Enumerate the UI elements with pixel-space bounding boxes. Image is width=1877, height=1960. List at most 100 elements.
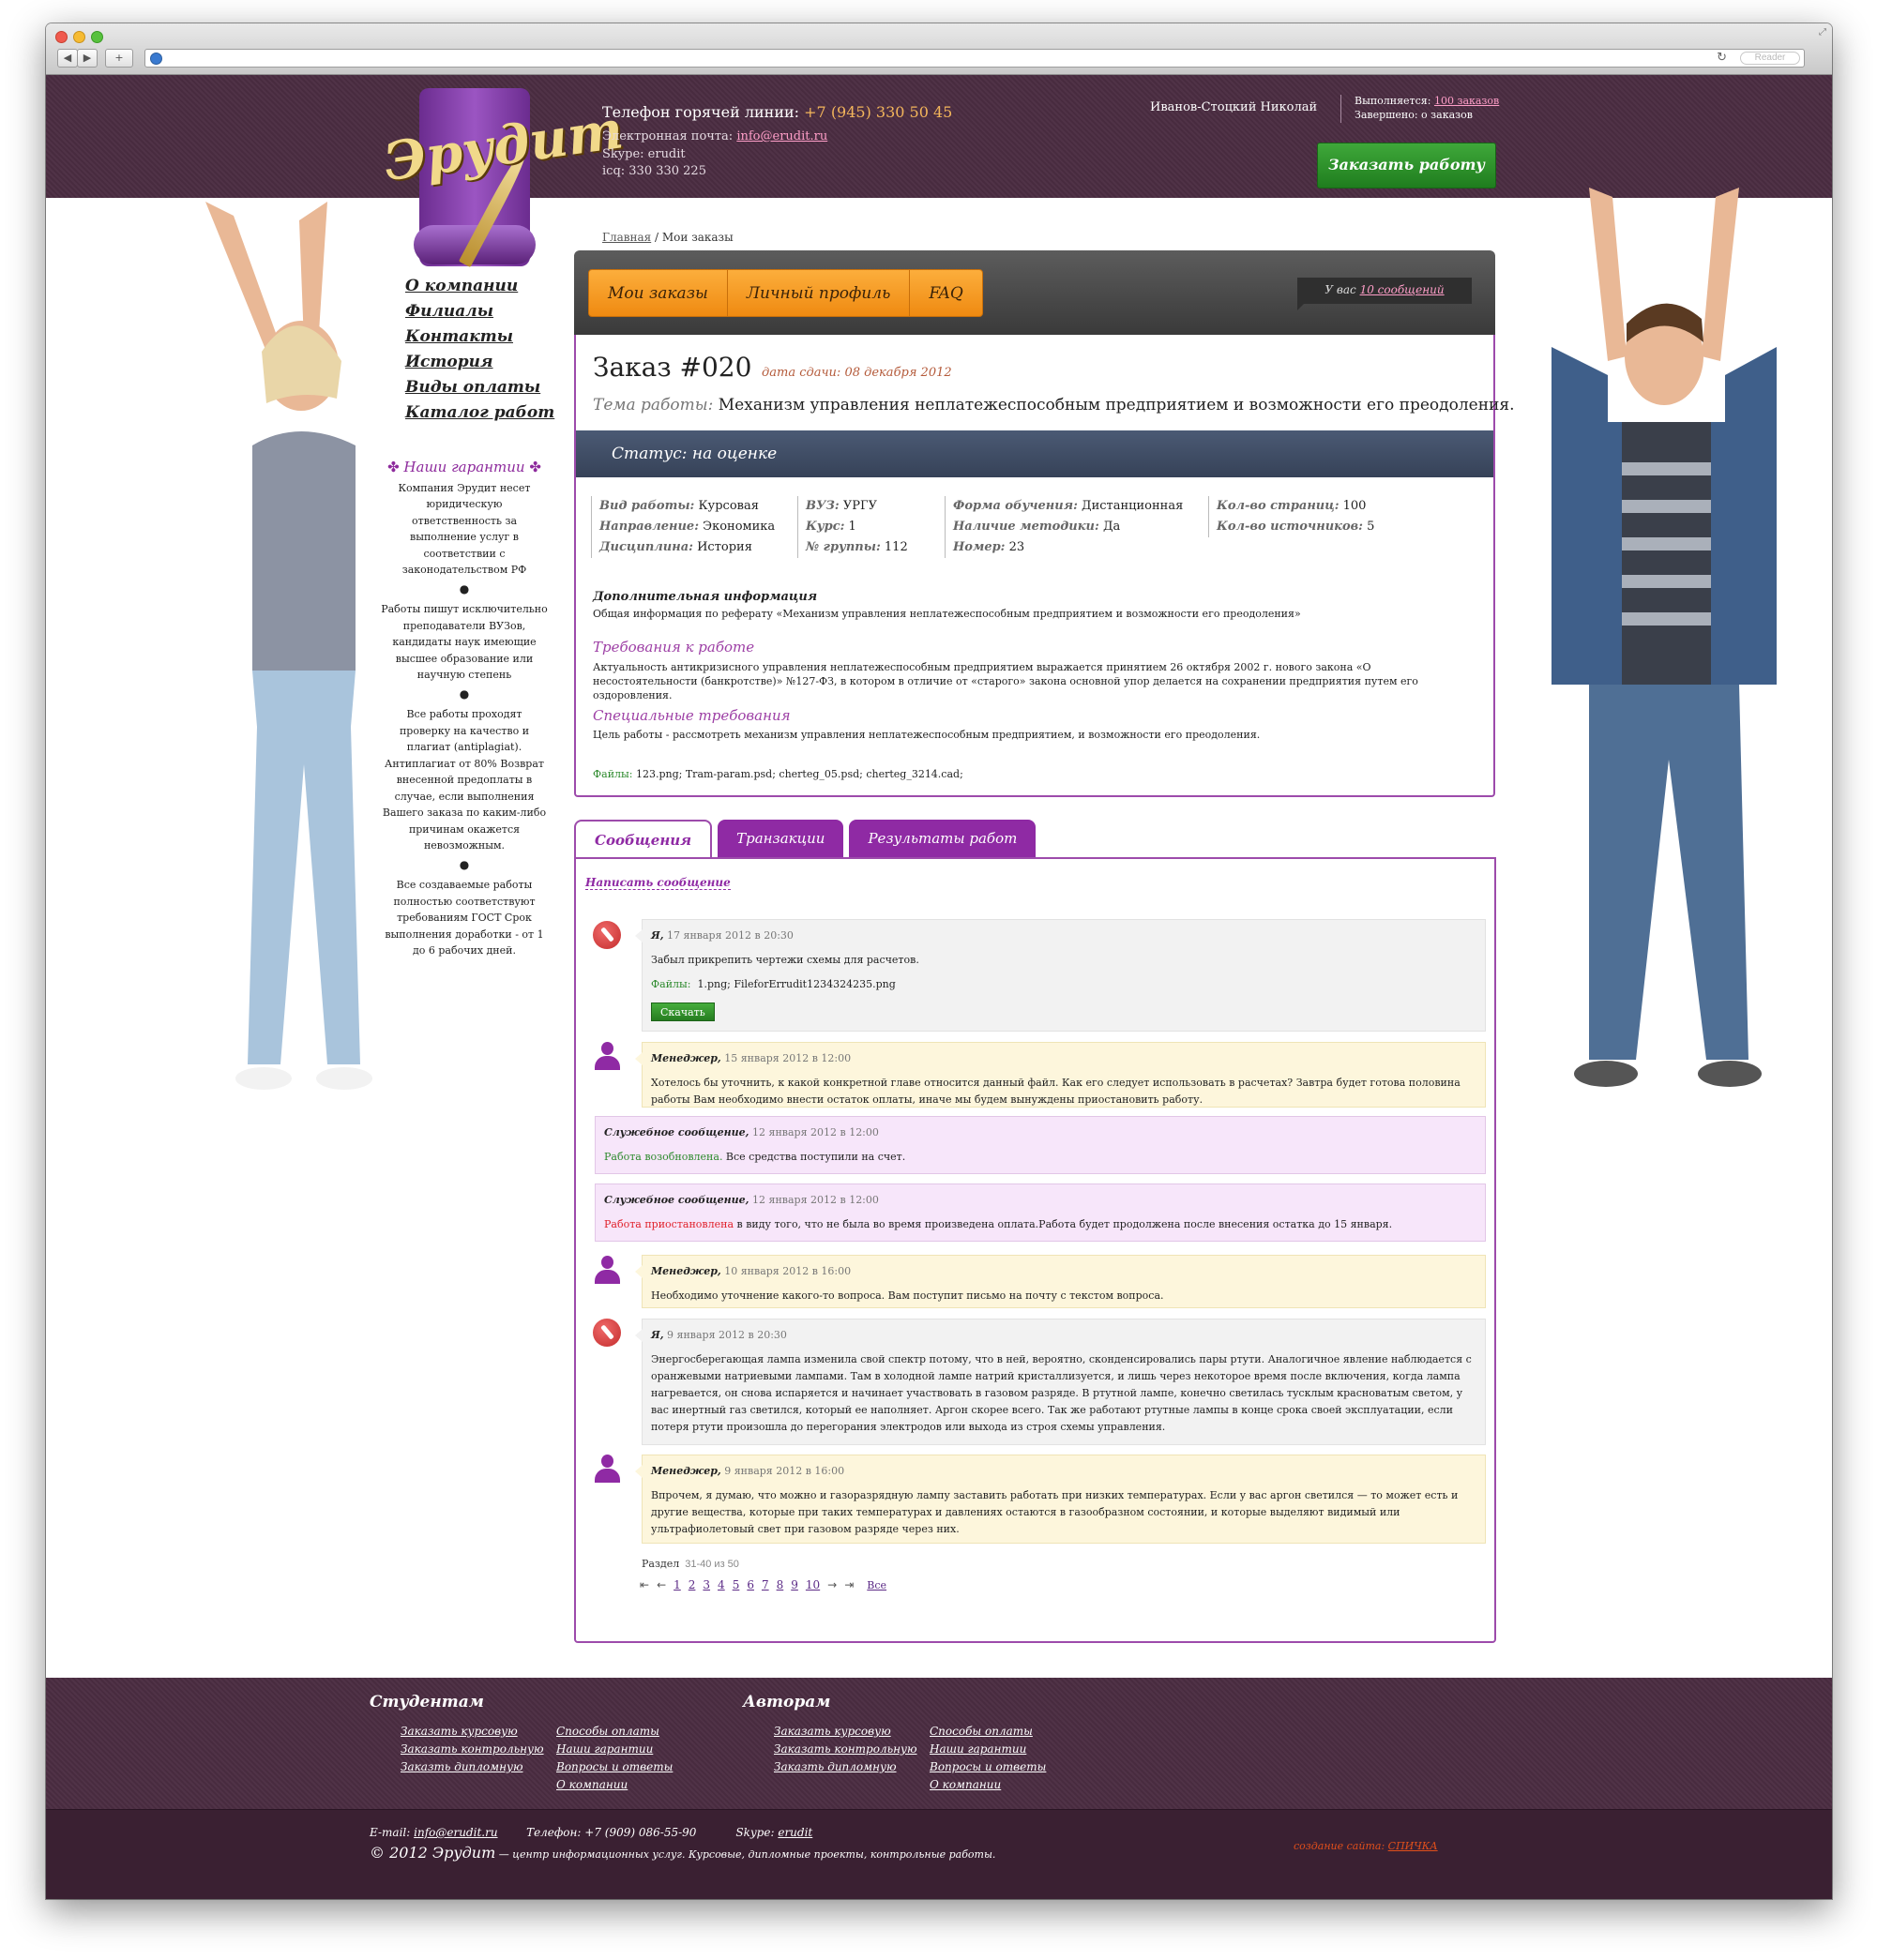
plus-icon: + bbox=[114, 52, 124, 64]
site-maker: создание сайта: СПИЧКА bbox=[1294, 1840, 1438, 1852]
bullet-icon: ● bbox=[459, 686, 470, 701]
forward-button[interactable]: ▶ bbox=[77, 49, 98, 68]
page-link[interactable]: 8 bbox=[777, 1578, 784, 1591]
footer-skype-link[interactable]: erudit bbox=[778, 1826, 812, 1839]
order-fields-col: Форма обучения: Дистанционная Наличие ме… bbox=[945, 496, 1183, 558]
back-button[interactable]: ◀ bbox=[57, 49, 78, 68]
footer-link[interactable]: Наши гарантии bbox=[930, 1741, 1046, 1758]
fullscreen-icon[interactable]: ⤢ bbox=[1819, 27, 1826, 38]
minimize-window-button[interactable] bbox=[73, 31, 85, 43]
footer-authors-title: Авторам bbox=[743, 1693, 831, 1711]
footer-link[interactable]: Наши гарантии bbox=[556, 1741, 673, 1758]
email-link[interactable]: info@erudit.ru bbox=[736, 129, 827, 143]
requirements-title: Требования к работе bbox=[593, 639, 755, 656]
message-text: Хотелось бы уточнить, к какой конкретной… bbox=[651, 1077, 1461, 1106]
guarantee-item: Компания Эрудит несет юридическую ответс… bbox=[398, 481, 531, 577]
web-page: Эрудит Телефон горячей линии: +7 (945) 3… bbox=[46, 75, 1832, 1899]
address-bar[interactable]: ↻ Reader bbox=[144, 49, 1805, 68]
special-requirements-text: Цель работы - рассмотреть механизм управ… bbox=[593, 729, 1261, 741]
message-text: Забыл прикрепить чертежи схемы для расче… bbox=[651, 954, 919, 966]
pager-label: Раздел 31-40 из 50 bbox=[642, 1558, 739, 1570]
manager-avatar-icon bbox=[593, 1256, 621, 1284]
page-link[interactable]: 10 bbox=[806, 1578, 820, 1591]
messages-panel: Написать сообщение Я, 17 января 2012 в 2… bbox=[574, 857, 1496, 1643]
footer-link[interactable]: Заказать курсовую bbox=[401, 1723, 544, 1741]
guarantee-item: Все создаваемые работы полностью соответ… bbox=[385, 879, 544, 957]
footer-link[interactable]: Способы оплаты bbox=[556, 1723, 673, 1741]
order-work-button[interactable]: Заказать работу bbox=[1317, 143, 1496, 188]
order-tabs: Сообщения Транзакции Результаты работ bbox=[574, 820, 1037, 859]
zoom-window-button[interactable] bbox=[91, 31, 103, 43]
user-name: Иванов-Стоцкий Николай bbox=[1150, 100, 1318, 114]
new-tab-button[interactable]: + bbox=[105, 49, 133, 68]
reader-button[interactable]: Reader bbox=[1740, 52, 1800, 65]
ornament-icon: ✤ bbox=[387, 459, 400, 475]
order-topic: Тема работы: Механизм управления неплате… bbox=[593, 396, 1515, 415]
globe-icon bbox=[150, 53, 162, 65]
ornament-icon: ✤ bbox=[529, 459, 541, 475]
page-link[interactable]: 3 bbox=[703, 1578, 710, 1591]
nav-catalog[interactable]: Каталог работ bbox=[405, 400, 554, 426]
tab-transactions[interactable]: Транзакции bbox=[718, 820, 844, 857]
page-link[interactable]: 6 bbox=[747, 1578, 754, 1591]
nav-about[interactable]: О компании bbox=[405, 274, 554, 299]
last-page-icon[interactable]: ⇥ bbox=[844, 1578, 854, 1591]
footer-link[interactable]: Заказть дипломную bbox=[774, 1758, 917, 1776]
footer-link[interactable]: Вопросы и ответы bbox=[556, 1758, 673, 1776]
footer-link[interactable]: Заказать контрольную bbox=[774, 1741, 917, 1758]
page-link[interactable]: 2 bbox=[689, 1578, 696, 1591]
footer-link[interactable]: Заказать курсовую bbox=[774, 1723, 917, 1741]
page-link[interactable]: 7 bbox=[762, 1578, 769, 1591]
tab-results[interactable]: Результаты работ bbox=[849, 820, 1037, 857]
footer-links: Способы оплаты Наши гарантии Вопросы и о… bbox=[556, 1723, 673, 1794]
page-link[interactable]: 9 bbox=[791, 1578, 798, 1591]
footer-link[interactable]: Заказать контрольную bbox=[401, 1741, 544, 1758]
footer-phone: Телефон: +7 (909) 086-55-90 bbox=[526, 1826, 697, 1839]
breadcrumb-current: Мои заказы bbox=[661, 231, 734, 244]
messages-link[interactable]: 10 сообщений bbox=[1360, 283, 1445, 296]
tab-messages[interactable]: Сообщения bbox=[574, 820, 713, 859]
next-page-icon[interactable]: → bbox=[827, 1578, 837, 1591]
page-link[interactable]: 4 bbox=[718, 1578, 725, 1591]
maker-link[interactable]: СПИЧКА bbox=[1388, 1840, 1438, 1852]
boy-photo bbox=[1552, 188, 1777, 1087]
footer-links: Способы оплаты Наши гарантии Вопросы и о… bbox=[930, 1723, 1046, 1794]
first-page-icon[interactable]: ⇤ bbox=[640, 1578, 649, 1591]
footer-link[interactable]: Вопросы и ответы bbox=[930, 1758, 1046, 1776]
reload-icon[interactable]: ↻ bbox=[1717, 51, 1727, 65]
message-item: Я, 17 января 2012 в 20:30 Забыл прикрепи… bbox=[635, 919, 1486, 1032]
footer-link[interactable]: О компании bbox=[556, 1776, 673, 1794]
tab-profile[interactable]: Личный профиль bbox=[728, 270, 911, 316]
logo[interactable]: Эрудит bbox=[380, 84, 627, 268]
copyright: © 2012 Эрудит — центр информационных усл… bbox=[370, 1844, 996, 1862]
breadcrumb-home[interactable]: Главная bbox=[602, 231, 651, 244]
nav-history[interactable]: История bbox=[405, 350, 554, 375]
footer-email-link[interactable]: info@erudit.ru bbox=[414, 1826, 497, 1839]
footer-link[interactable]: О компании bbox=[930, 1776, 1046, 1794]
show-all-link[interactable]: Все bbox=[867, 1579, 886, 1591]
message-item: Я, 9 января 2012 в 20:30 Энергосберегающ… bbox=[635, 1319, 1486, 1445]
pager-count: 31-40 из 50 bbox=[685, 1559, 739, 1570]
service-message: Служебное сообщение, 12 января 2012 в 12… bbox=[595, 1116, 1486, 1174]
order-fields-col: Кол-во страниц: 100 Кол-во источников: 5 bbox=[1208, 496, 1374, 537]
orders-in-work: Выполняется: 100 заказов bbox=[1355, 95, 1500, 107]
nav-payment[interactable]: Виды оплаты bbox=[405, 375, 554, 400]
download-button[interactable]: Скачать bbox=[651, 1003, 715, 1021]
orders-in-work-link[interactable]: 100 заказов bbox=[1434, 95, 1499, 107]
additional-info-title: Дополнительная информация bbox=[593, 590, 818, 604]
nav-branches[interactable]: Филиалы bbox=[405, 299, 554, 324]
browser-window: ◀ ▶ + ↻ Reader ⤢ Эрудит Телефон горячей … bbox=[46, 23, 1832, 1899]
page-link[interactable]: 5 bbox=[733, 1578, 740, 1591]
tab-my-orders[interactable]: Мои заказы bbox=[589, 270, 728, 316]
write-message-link[interactable]: Написать сообщение bbox=[585, 876, 731, 890]
message-item: Менеджер, 9 января 2012 в 16:00 Впрочем,… bbox=[635, 1455, 1486, 1544]
order-date: дата сдачи: 08 декабря 2012 bbox=[762, 366, 952, 380]
footer-link[interactable]: Способы оплаты bbox=[930, 1723, 1046, 1741]
guarantees-block: ✤ Наши гарантии ✤ Компания Эрудит несет … bbox=[380, 459, 549, 962]
tab-faq[interactable]: FAQ bbox=[910, 270, 982, 316]
close-window-button[interactable] bbox=[55, 31, 68, 43]
footer-link[interactable]: Заказть дипломную bbox=[401, 1758, 544, 1776]
prev-page-icon[interactable]: ← bbox=[657, 1578, 666, 1591]
page-link[interactable]: 1 bbox=[674, 1578, 681, 1591]
nav-contacts[interactable]: Контакты bbox=[405, 324, 554, 350]
